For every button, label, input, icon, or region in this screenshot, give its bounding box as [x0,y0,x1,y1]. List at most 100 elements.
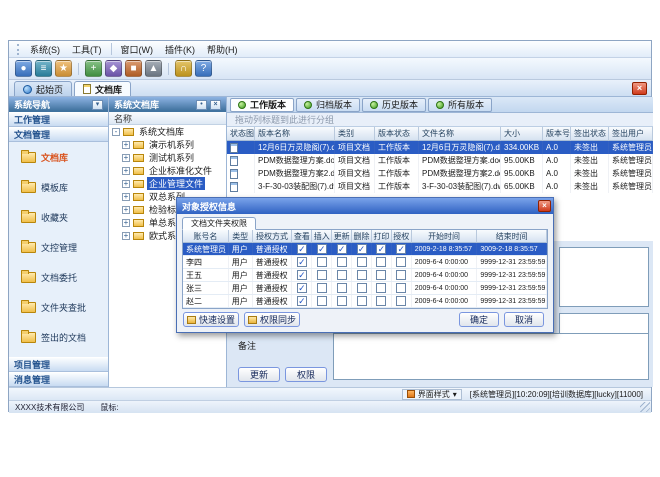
checkbox[interactable]: ✓ [376,244,386,254]
pin-icon[interactable]: ▾ [92,100,103,110]
sidebar-item-3[interactable]: 文控管理 [9,232,108,262]
dialog-close-button[interactable]: × [538,200,551,212]
sidebar-item-6[interactable]: 签出的文档 [9,322,108,352]
checkbox[interactable]: ✓ [317,244,327,254]
favorites-icon[interactable]: ★ [55,60,72,77]
sidebar-item-5[interactable]: 文件夹查批 [9,292,108,322]
sidebar-item-0[interactable]: 文档库 [9,142,108,172]
checkbox[interactable]: ✓ [297,270,307,280]
menu-item-2[interactable]: 窗口(W) [115,42,160,57]
tree-column-header[interactable]: 名称 [109,112,226,125]
settings-icon[interactable]: ▲ [145,60,162,77]
refresh-icon[interactable]: • [196,100,207,110]
expand-icon[interactable]: + [122,219,130,227]
lock-icon[interactable]: ∩ [175,60,192,77]
permission-column-9[interactable]: 开始时间 [412,230,478,243]
checkbox[interactable]: ✓ [337,244,347,254]
table-row[interactable]: 12月6日万灵隐阁(7).dwg项目文档工作版本12月6日万灵隐阁(7).dwg… [227,141,653,154]
permission-row[interactable]: 系统管理员用户普通授权✓✓✓✓✓✓2009-2-18 8:35:573009-2… [183,243,547,256]
sidebar-item-1[interactable]: 模板库 [9,172,108,202]
permission-row[interactable]: 赵二用户普通授权✓2009-6-4 0:00:009999-12-31 23:5… [183,295,547,308]
permission-sync-button[interactable]: 权限同步 [244,312,300,327]
pin-icon[interactable]: × [210,100,221,110]
version-tab-3[interactable]: 所有版本 [428,98,492,112]
dialog-tab-folder-permission[interactable]: 文档文件夹权限 [182,217,256,230]
permission-column-3[interactable]: 查看 [292,230,312,243]
tree-node-1[interactable]: +演示机系列 [109,138,226,151]
tree-node-4[interactable]: +企业管理文件 [109,177,226,190]
sidebar-item-4[interactable]: 文档委托 [9,262,108,292]
document-library-icon[interactable]: ≡ [35,60,52,77]
expand-icon[interactable]: + [122,232,130,240]
resize-grip[interactable] [640,402,650,412]
permission-column-2[interactable]: 授权方式 [253,230,293,243]
version-tab-0[interactable]: 工作版本 [230,98,294,112]
checkbox[interactable]: ✓ [297,296,307,306]
column-header-4[interactable]: 文件名称 [419,127,501,141]
expand-icon[interactable]: + [122,167,130,175]
permission-row[interactable]: 王五用户普通授权✓2009-6-4 0:00:009999-12-31 23:5… [183,269,547,282]
sidebar-item-2[interactable]: 收藏夹 [9,202,108,232]
permission-button[interactable]: 权限 [285,367,327,382]
checkbox[interactable]: ✓ [297,283,307,293]
checkbox[interactable] [396,296,406,306]
permission-column-8[interactable]: 授权 [392,230,412,243]
expand-icon[interactable]: - [112,128,120,136]
sidebar-band-message[interactable]: 消息管理 [9,372,108,387]
table-row[interactable]: PDM数据整理方案2.doc项目文档工作版本PDM数据整理方案2.doc95.0… [227,167,653,180]
checkbox[interactable] [317,283,327,293]
table-row[interactable]: PDM数据整理方案.doc项目文档工作版本PDM数据整理方案.doc95.00K… [227,154,653,167]
permission-column-6[interactable]: 删除 [352,230,372,243]
sidebar-band-work[interactable]: 工作管理 [9,112,108,127]
checkbox[interactable] [337,270,347,280]
toolbar-grip[interactable] [17,44,20,55]
checkbox[interactable] [317,296,327,306]
menu-item-3[interactable]: 插件(K) [159,42,201,57]
column-header-2[interactable]: 类别 [335,127,375,141]
expand-icon[interactable]: + [122,141,130,149]
remark-textarea[interactable] [333,333,649,380]
update-button[interactable]: 更新 [238,367,280,382]
sidebar-band-project[interactable]: 项目管理 [9,357,108,372]
expand-icon[interactable]: + [122,180,130,188]
permission-column-1[interactable]: 类型 [229,230,253,243]
column-header-6[interactable]: 版本号 [543,127,571,141]
column-header-3[interactable]: 版本状态 [375,127,419,141]
permission-column-5[interactable]: 更新 [332,230,352,243]
menu-item-0[interactable]: 系统(S) [24,42,66,57]
version-tab-2[interactable]: 历史版本 [362,98,426,112]
column-header-8[interactable]: 签出用户 [609,127,653,141]
expand-icon[interactable]: + [122,206,130,214]
cancel-button[interactable]: 取消 [504,312,544,327]
checkbox[interactable] [317,257,327,267]
permission-column-7[interactable]: 打印 [372,230,392,243]
menu-item-4[interactable]: 帮助(H) [201,42,244,57]
version-tab-1[interactable]: 归档版本 [296,98,360,112]
checkbox[interactable]: ✓ [297,244,307,254]
checkbox[interactable] [396,283,406,293]
checkbox[interactable]: ✓ [297,257,307,267]
ok-button[interactable]: 确定 [459,312,499,327]
new-document-icon[interactable]: + [85,60,102,77]
checkbox[interactable] [357,283,367,293]
checkbox[interactable] [396,270,406,280]
checkbox[interactable] [337,296,347,306]
quick-setup-button[interactable]: 快速设置 [183,312,239,327]
checkbox[interactable] [357,257,367,267]
tree-node-2[interactable]: +测试机系列 [109,151,226,164]
permission-row[interactable]: 张三用户普通授权✓2009-6-4 0:00:009999-12-31 23:5… [183,282,547,295]
checkbox[interactable] [357,270,367,280]
permission-column-4[interactable]: 插入 [312,230,332,243]
checkbox[interactable] [317,270,327,280]
sidebar-band-document[interactable]: 文档管理 [9,127,108,142]
checkbox[interactable] [376,283,386,293]
column-header-5[interactable]: 大小 [501,127,543,141]
tab-文档库[interactable]: 文档库 [74,81,131,96]
checkbox[interactable] [376,257,386,267]
expand-icon[interactable]: + [122,154,130,162]
checkbox[interactable] [376,270,386,280]
organizer-icon[interactable]: ■ [125,60,142,77]
dialog-title-bar[interactable]: 对象授权信息 [177,198,553,214]
column-header-0[interactable]: 状态图 [227,127,255,141]
checkbox[interactable]: ✓ [396,244,406,254]
